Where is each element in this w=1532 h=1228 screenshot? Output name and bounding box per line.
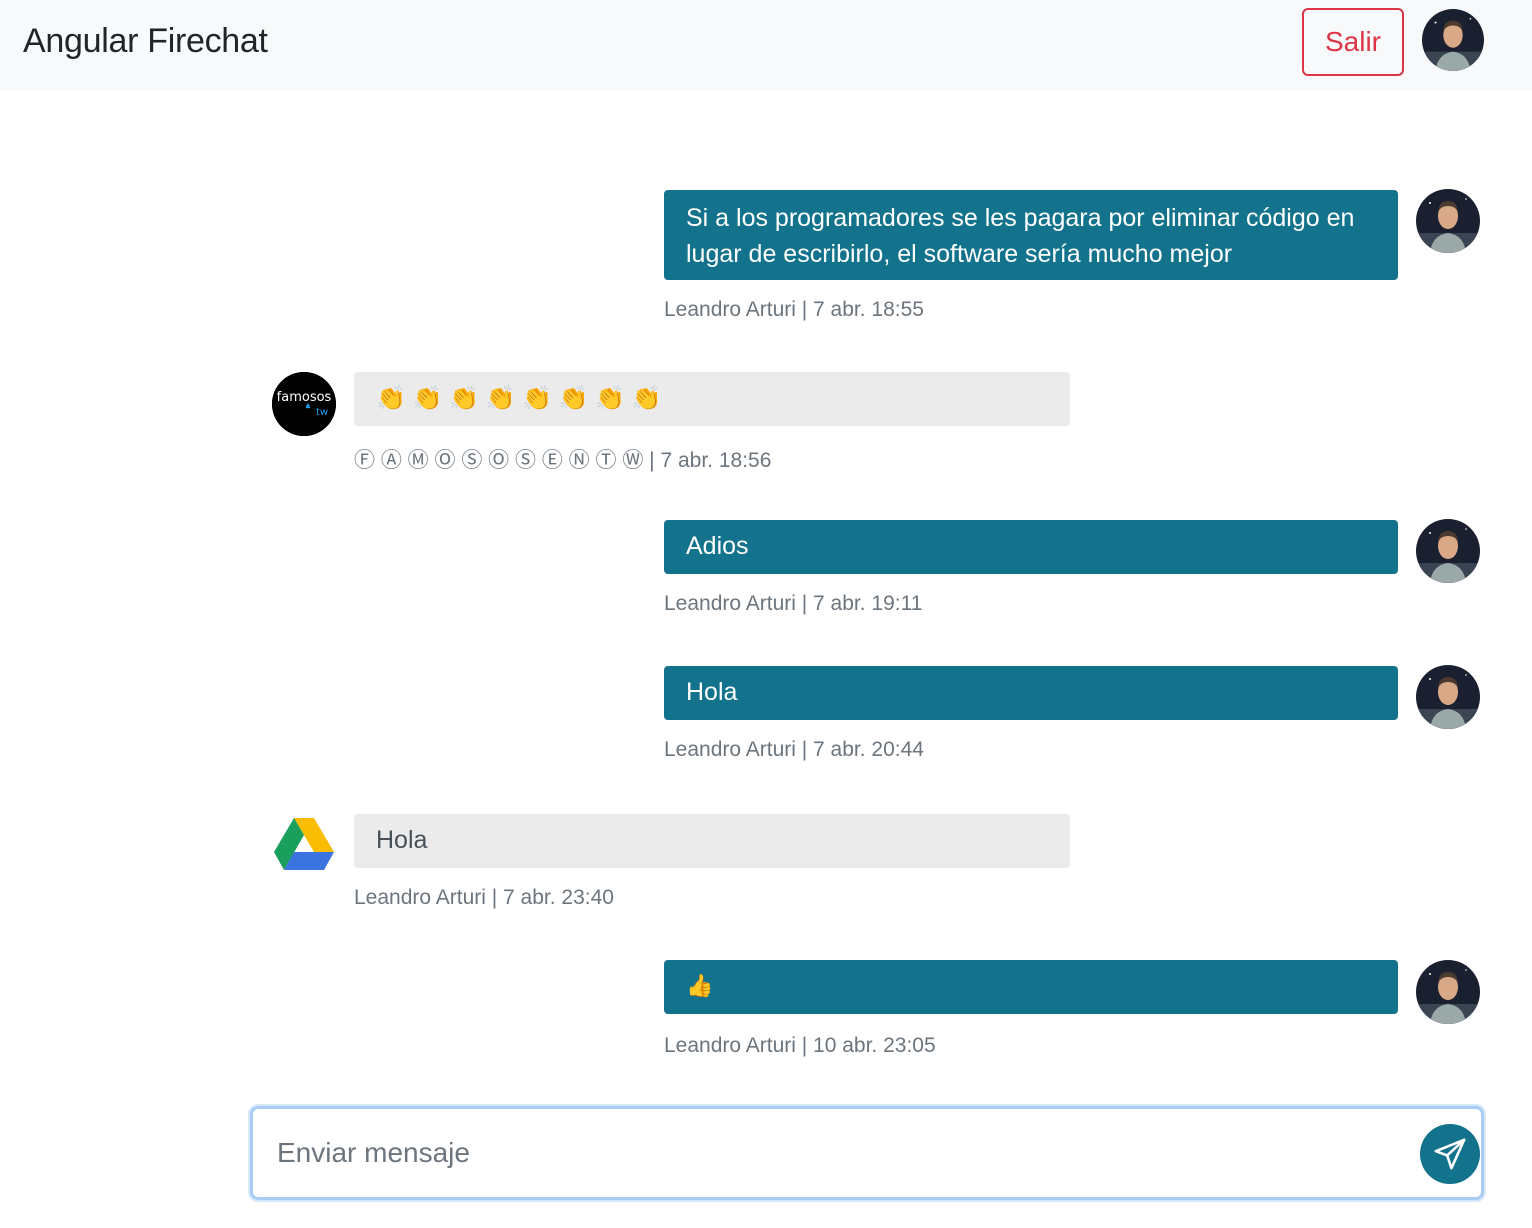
- message-meta: Leandro Arturi | 7 abr. 19:11: [664, 592, 923, 615]
- app-title[interactable]: Angular Firechat: [23, 22, 268, 61]
- famosos-logo-text: famosos: [277, 390, 332, 405]
- message-composer: [250, 1106, 1484, 1200]
- message-input[interactable]: [253, 1109, 1481, 1197]
- message-bubble-other: Hola: [354, 814, 1070, 868]
- famosos-avatar: famosos tw: [272, 372, 336, 436]
- send-button[interactable]: [1420, 1124, 1480, 1184]
- message-meta: Leandro Arturi | 10 abr. 23:05: [664, 1034, 936, 1057]
- user-avatar: [1416, 189, 1480, 253]
- message-meta: Leandro Arturi | 7 abr. 23:40: [354, 886, 614, 909]
- message-text: Hola: [376, 826, 428, 854]
- message-text: 👍: [686, 973, 714, 998]
- message-bubble-other: 👏 👏 👏 👏 👏 👏 👏 👏: [354, 372, 1070, 426]
- logout-button[interactable]: Salir: [1302, 8, 1404, 76]
- message-bubble-own: Si a los programadores se les pagara por…: [664, 190, 1398, 280]
- message-bubble-own: Hola: [664, 666, 1398, 720]
- user-avatar[interactable]: [1422, 9, 1484, 71]
- famosos-tw-logo-icon: famosos tw: [272, 372, 336, 436]
- paper-plane-icon: [1434, 1138, 1466, 1170]
- user-avatar-photo-icon: [1416, 665, 1480, 729]
- message-meta: Leandro Arturi | 7 abr. 18:55: [664, 298, 924, 321]
- message-text: Hola: [686, 678, 738, 706]
- message-meta: Leandro Arturi | 7 abr. 20:44: [664, 738, 924, 761]
- user-avatar-photo-icon: [1416, 519, 1480, 583]
- user-avatar: [1416, 519, 1480, 583]
- message-bubble-own: Adios: [664, 520, 1398, 574]
- message-text: Adios: [686, 532, 749, 560]
- message-text: Si a los programadores se les pagara por…: [686, 204, 1355, 268]
- user-avatar-photo-icon: [1416, 960, 1480, 1024]
- google-drive-avatar: [272, 816, 336, 876]
- google-drive-logo-icon: [274, 818, 334, 870]
- message-bubble-own: 👍: [664, 960, 1398, 1014]
- user-avatar: [1416, 960, 1480, 1024]
- message-meta: Ⓕ Ⓐ Ⓜ Ⓞ Ⓢ Ⓞ Ⓢ Ⓔ Ⓝ Ⓣ Ⓦ | 7 abr. 18:56: [354, 449, 772, 472]
- user-avatar-photo-icon: [1422, 9, 1484, 71]
- famosos-logo-subtext: tw: [316, 407, 328, 418]
- navbar: Angular Firechat Salir: [0, 0, 1532, 91]
- message-text: 👏 👏 👏 👏 👏 👏 👏 👏: [376, 385, 662, 412]
- user-avatar: [1416, 665, 1480, 729]
- user-avatar-photo-icon: [1416, 189, 1480, 253]
